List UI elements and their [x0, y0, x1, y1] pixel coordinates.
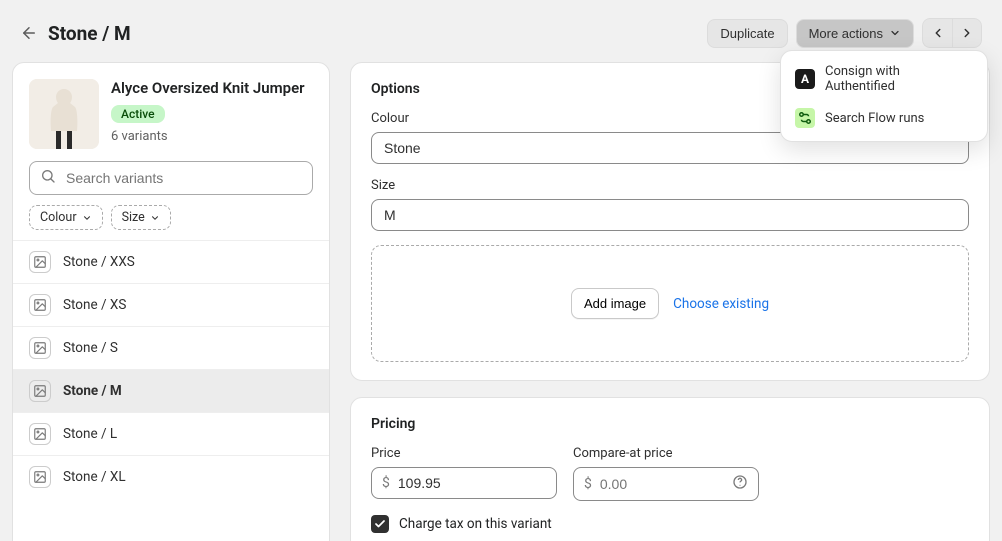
- price-label: Price: [371, 446, 557, 461]
- filter-colour[interactable]: Colour: [29, 205, 103, 230]
- tax-checkbox[interactable]: [371, 515, 389, 533]
- more-actions-button[interactable]: More actions: [796, 19, 914, 48]
- filter-size[interactable]: Size: [111, 205, 171, 230]
- variant-label: Stone / M: [63, 383, 122, 399]
- compare-input[interactable]: [598, 475, 726, 493]
- variant-sidebar: Alyce Oversized Knit Jumper Active 6 var…: [12, 62, 330, 541]
- chevron-left-icon: [931, 26, 945, 40]
- image-placeholder-icon: [29, 380, 51, 402]
- chevron-down-icon: [889, 27, 901, 39]
- product-header: Alyce Oversized Knit Jumper Active 6 var…: [13, 63, 329, 161]
- dropdown-item-consign[interactable]: A Consign with Authentified: [787, 57, 981, 101]
- variant-label: Stone / XXS: [63, 254, 135, 270]
- size-input[interactable]: [371, 199, 969, 231]
- dropdown-label: Search Flow runs: [825, 111, 924, 126]
- dropdown-label: Consign with Authentified: [825, 64, 973, 94]
- pricing-card: Pricing Price $ Compare-at price $: [350, 397, 990, 541]
- header-actions: Duplicate More actions: [707, 18, 982, 48]
- status-badge: Active: [111, 105, 165, 123]
- variant-label: Stone / XS: [63, 297, 126, 313]
- more-actions-dropdown: A Consign with Authentified Search Flow …: [780, 50, 988, 142]
- currency-symbol: $: [382, 475, 390, 491]
- variant-row[interactable]: Stone / L: [13, 412, 329, 455]
- pricing-title: Pricing: [371, 416, 969, 432]
- compare-input-wrap[interactable]: $: [573, 467, 759, 501]
- image-placeholder-icon: [29, 466, 51, 488]
- add-image-button[interactable]: Add image: [571, 288, 659, 319]
- variant-row[interactable]: Stone / S: [13, 326, 329, 369]
- nav-prev-next: [922, 18, 982, 48]
- currency-symbol: $: [584, 476, 592, 492]
- back-arrow-icon[interactable]: [20, 24, 38, 42]
- help-icon[interactable]: [732, 474, 748, 494]
- variant-label: Stone / S: [63, 340, 118, 356]
- price-input[interactable]: [396, 474, 546, 492]
- size-label: Size: [371, 178, 969, 193]
- next-button[interactable]: [952, 18, 982, 48]
- image-placeholder-icon: [29, 337, 51, 359]
- flow-icon: [795, 108, 815, 128]
- image-placeholder-icon: [29, 294, 51, 316]
- image-placeholder-icon: [29, 251, 51, 273]
- variant-row[interactable]: Stone / M: [13, 369, 329, 412]
- variant-label: Stone / XL: [63, 469, 126, 485]
- image-dropzone[interactable]: Add image Choose existing: [371, 245, 969, 362]
- variant-row[interactable]: Stone / XS: [13, 283, 329, 326]
- variant-row[interactable]: Stone / XL: [13, 455, 329, 498]
- dropdown-item-flow[interactable]: Search Flow runs: [787, 101, 981, 135]
- variant-label: Stone / L: [63, 426, 117, 442]
- prev-button[interactable]: [922, 18, 952, 48]
- image-placeholder-icon: [29, 423, 51, 445]
- duplicate-button[interactable]: Duplicate: [707, 19, 787, 48]
- page-title: Stone / M: [48, 22, 131, 45]
- product-name: Alyce Oversized Knit Jumper: [111, 79, 305, 99]
- variant-count: 6 variants: [111, 129, 305, 144]
- choose-existing-link[interactable]: Choose existing: [673, 296, 769, 312]
- variant-row[interactable]: Stone / XXS: [13, 240, 329, 283]
- product-thumbnail[interactable]: [29, 79, 99, 149]
- compare-label: Compare-at price: [573, 446, 759, 461]
- search-input[interactable]: [64, 169, 302, 187]
- tax-label: Charge tax on this variant: [399, 516, 552, 532]
- tax-checkbox-row[interactable]: Charge tax on this variant: [371, 515, 969, 533]
- authentified-icon: A: [795, 69, 815, 89]
- search-icon: [40, 168, 56, 188]
- price-input-wrap[interactable]: $: [371, 467, 557, 499]
- search-input-wrap[interactable]: [29, 161, 313, 195]
- variant-list: Stone / XXS Stone / XS Stone / S Stone / M S…: [13, 240, 329, 498]
- chevron-right-icon: [960, 26, 974, 40]
